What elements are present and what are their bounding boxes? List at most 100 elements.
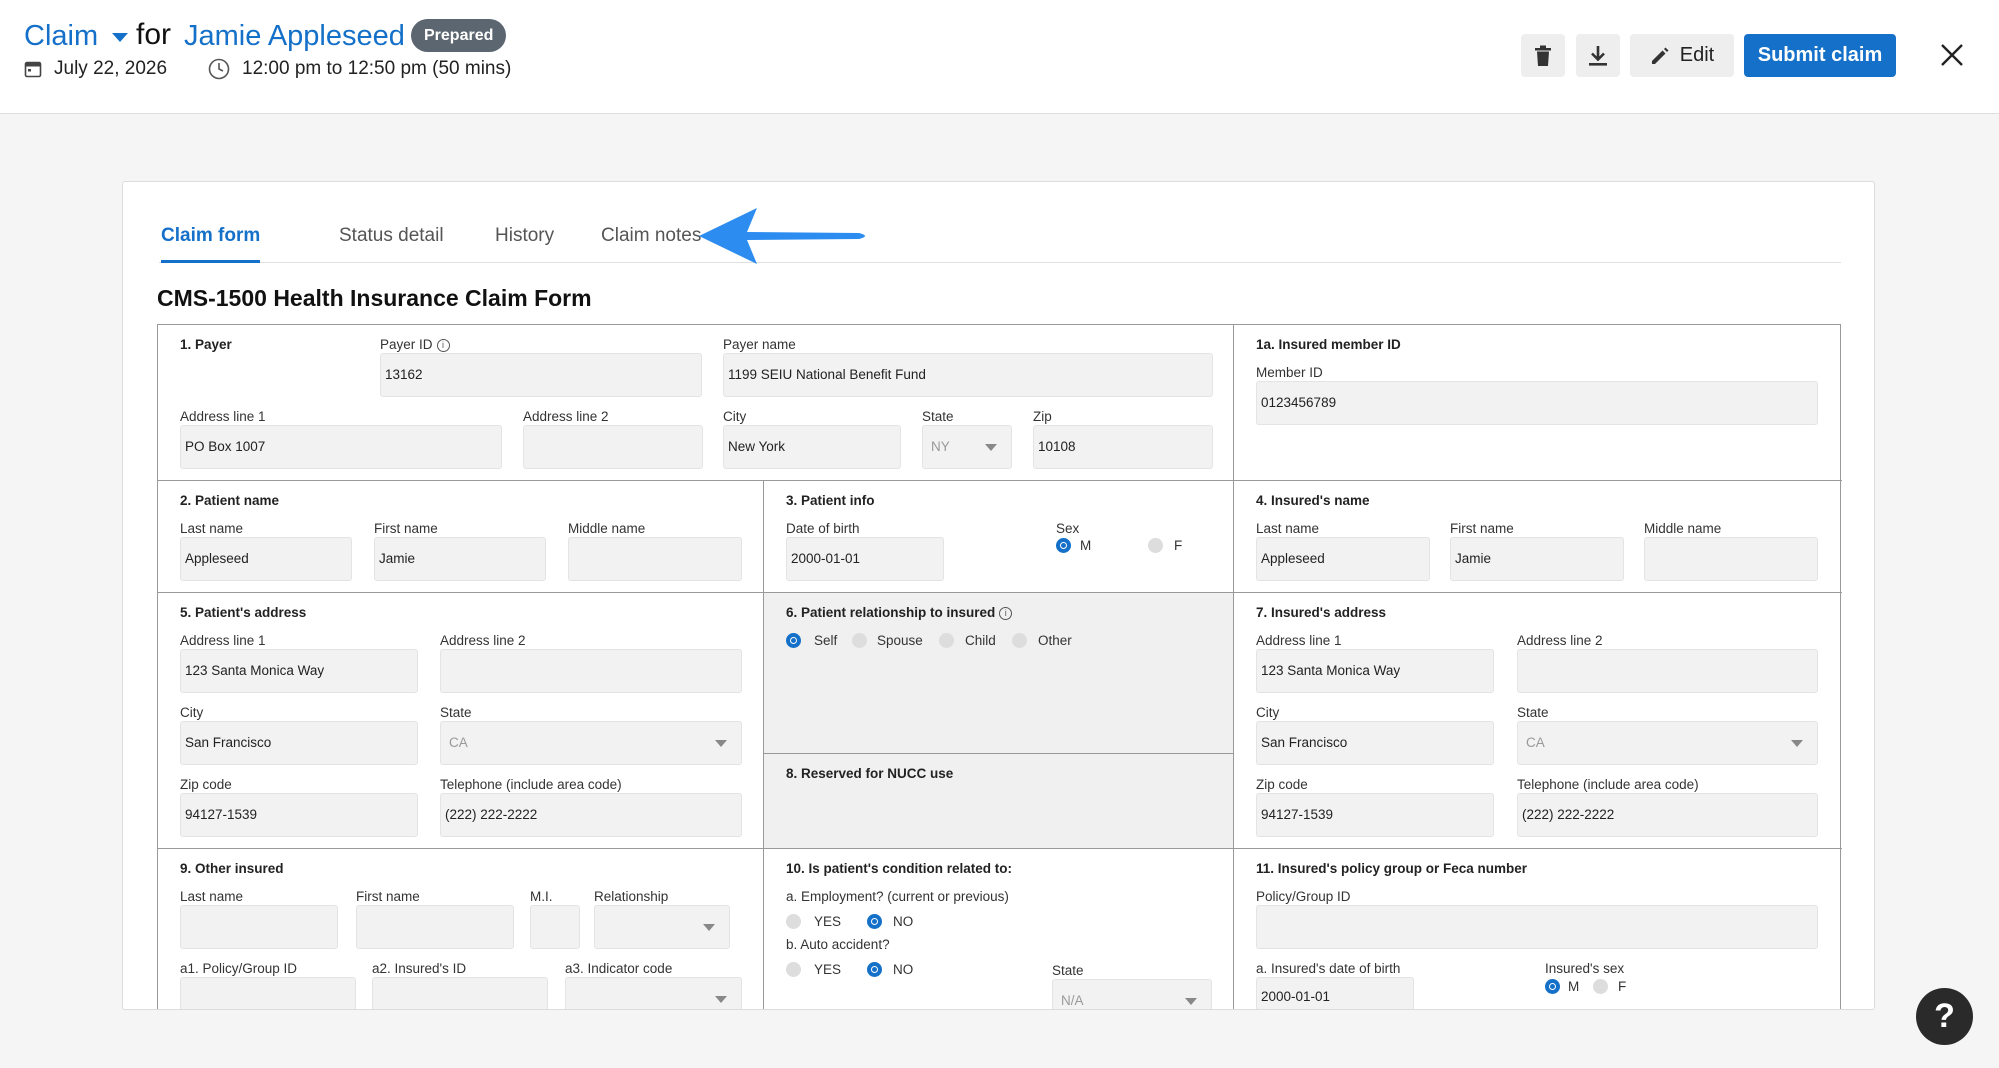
insured-last-input[interactable]: Appleseed	[1256, 537, 1430, 581]
other-relationship-select[interactable]	[594, 905, 730, 949]
patient-name-link[interactable]: Jamie Appleseed	[184, 20, 405, 53]
patient-phone-input[interactable]: (222) 222-2222	[440, 793, 742, 837]
relationship-other-radio[interactable]	[1012, 633, 1027, 648]
other-first-label: First name	[356, 889, 420, 904]
patient-middle-input[interactable]	[568, 537, 742, 581]
insured-addr1-input[interactable]: 123 Santa Monica Way	[1256, 649, 1494, 693]
payer-name-input[interactable]: 1199 SEIU National Benefit Fund	[723, 353, 1213, 397]
tab-claim-notes[interactable]: Claim notes	[601, 225, 701, 263]
annotation-arrow-icon	[699, 208, 865, 264]
other-insured-section: 9. Other insured Last name First name M.…	[158, 849, 764, 1009]
chevron-down-icon	[715, 996, 727, 1003]
form-title: CMS-1500 Health Insurance Claim Form	[157, 285, 592, 311]
payer-addr1-input[interactable]: PO Box 1007	[180, 425, 502, 469]
patient-city-input[interactable]: San Francisco	[180, 721, 418, 765]
edit-button[interactable]: Edit	[1630, 34, 1734, 77]
insured-city-input[interactable]: San Francisco	[1256, 721, 1494, 765]
trash-icon	[1535, 45, 1551, 66]
date-text: July 22, 2026	[54, 58, 168, 79]
other-first-input[interactable]	[356, 905, 514, 949]
info-icon[interactable]: i	[999, 607, 1013, 620]
claim-card: Claim form Status detail History Claim n…	[122, 181, 1875, 1010]
employment-yes-radio[interactable]	[786, 914, 801, 929]
insured-name-title: 4. Insured's name	[1256, 493, 1370, 508]
insured-member-section: 1a. Insured member ID Member ID 01234567…	[1234, 325, 1842, 481]
other-mi-input[interactable]	[530, 905, 580, 949]
payer-addr1-label: Address line 1	[180, 409, 266, 424]
a2-input[interactable]	[372, 977, 548, 1009]
delete-button[interactable]	[1521, 34, 1565, 77]
patient-first-input[interactable]: Jamie	[374, 537, 546, 581]
tab-history[interactable]: History	[495, 225, 554, 263]
appointment-date: July 22, 2026	[24, 58, 167, 80]
a3-select[interactable]	[565, 977, 742, 1009]
payer-id-input[interactable]: 13162	[380, 353, 702, 397]
insured-city-label: City	[1256, 705, 1280, 720]
download-button[interactable]	[1576, 34, 1620, 77]
a1-label: a1. Policy/Group ID	[180, 961, 298, 976]
employment-yes-label: YES	[814, 914, 842, 929]
cms1500-form: 1. Payer Payer ID i 13162 Payer name 1199…	[157, 324, 1842, 1009]
tab-claim-form[interactable]: Claim form	[161, 225, 261, 263]
patient-address-section: 5. Patient's address Address line 1 123 …	[158, 593, 764, 849]
insured-state-select[interactable]: CA	[1517, 721, 1818, 765]
policy-group-title: 11. Insured's policy group or Feca numbe…	[1256, 861, 1528, 876]
nucc-section: 8. Reserved for NUCC use	[764, 754, 1234, 849]
patient-state-select[interactable]: CA	[440, 721, 742, 765]
insured-middle-input[interactable]	[1644, 537, 1818, 581]
insured-zip-input[interactable]: 94127-1539	[1256, 793, 1494, 837]
patient-dob-input[interactable]: 2000-01-01	[786, 537, 944, 581]
payer-zip-input[interactable]: 10108	[1033, 425, 1213, 469]
other-last-input[interactable]	[180, 905, 338, 949]
patient-sex-f-radio[interactable]	[1148, 538, 1163, 553]
condition-state-value: N/A	[1061, 993, 1084, 1008]
insured-phone-input[interactable]: (222) 222-2222	[1517, 793, 1818, 837]
info-icon[interactable]: i	[436, 339, 450, 352]
submit-claim-button[interactable]: Submit claim	[1744, 34, 1896, 77]
relationship-self-label: Self	[814, 633, 838, 648]
patient-addr2-input[interactable]	[440, 649, 742, 693]
employment-no-radio[interactable]	[867, 914, 882, 929]
auto-yes-radio[interactable]	[786, 962, 801, 977]
patient-first-label: First name	[374, 521, 438, 536]
patient-zip-input[interactable]: 94127-1539	[180, 793, 418, 837]
insured-first-label: First name	[1450, 521, 1514, 536]
policy-id-input[interactable]	[1256, 905, 1818, 949]
tab-status-detail[interactable]: Status detail	[339, 225, 444, 263]
condition-state-label: State	[1052, 963, 1084, 978]
patient-sex-m-radio[interactable]	[1056, 538, 1071, 553]
status-badge: Prepared	[411, 19, 507, 52]
patient-dob-label: Date of birth	[786, 521, 860, 536]
auto-label: b. Auto accident?	[786, 937, 890, 952]
help-button[interactable]: ?	[1916, 988, 1973, 1045]
chevron-down-icon	[985, 444, 997, 451]
payer-city-input[interactable]: New York	[723, 425, 901, 469]
a1-input[interactable]	[180, 977, 356, 1009]
auto-no-radio[interactable]	[867, 962, 882, 977]
condition-state-select[interactable]: N/A	[1052, 979, 1212, 1009]
insured-addr2-input[interactable]	[1517, 649, 1818, 693]
patient-addr1-label: Address line 1	[180, 633, 266, 648]
claim-header: Claim for Jamie Appleseed Prepared July …	[0, 0, 1999, 114]
claim-type-label: Claim	[24, 20, 99, 52]
payer-addr2-input[interactable]	[523, 425, 703, 469]
relationship-spouse-radio[interactable]	[852, 633, 867, 648]
help-icon: ?	[1934, 997, 1955, 1035]
insured-dob-input[interactable]: 2000-01-01	[1256, 977, 1414, 1009]
patient-zip-label: Zip code	[180, 777, 232, 792]
insured-sex-f-radio[interactable]	[1593, 979, 1608, 994]
patient-last-input[interactable]: Appleseed	[180, 537, 352, 581]
patient-middle-label: Middle name	[568, 521, 646, 536]
insured-sex-m-radio[interactable]	[1545, 979, 1560, 994]
claim-type-dropdown[interactable]: Claim	[24, 20, 129, 53]
relationship-child-radio[interactable]	[939, 633, 954, 648]
close-button[interactable]	[1935, 38, 1969, 72]
insured-sex-f-label: F	[1618, 979, 1627, 994]
relationship-self-radio[interactable]	[786, 633, 801, 648]
relationship-title-text: 6. Patient relationship to insured	[786, 605, 996, 620]
calendar-icon	[24, 61, 42, 78]
insured-first-input[interactable]: Jamie	[1450, 537, 1624, 581]
patient-addr1-input[interactable]: 123 Santa Monica Way	[180, 649, 418, 693]
payer-state-select[interactable]: NY	[922, 425, 1012, 469]
member-id-input[interactable]: 0123456789	[1256, 381, 1818, 425]
